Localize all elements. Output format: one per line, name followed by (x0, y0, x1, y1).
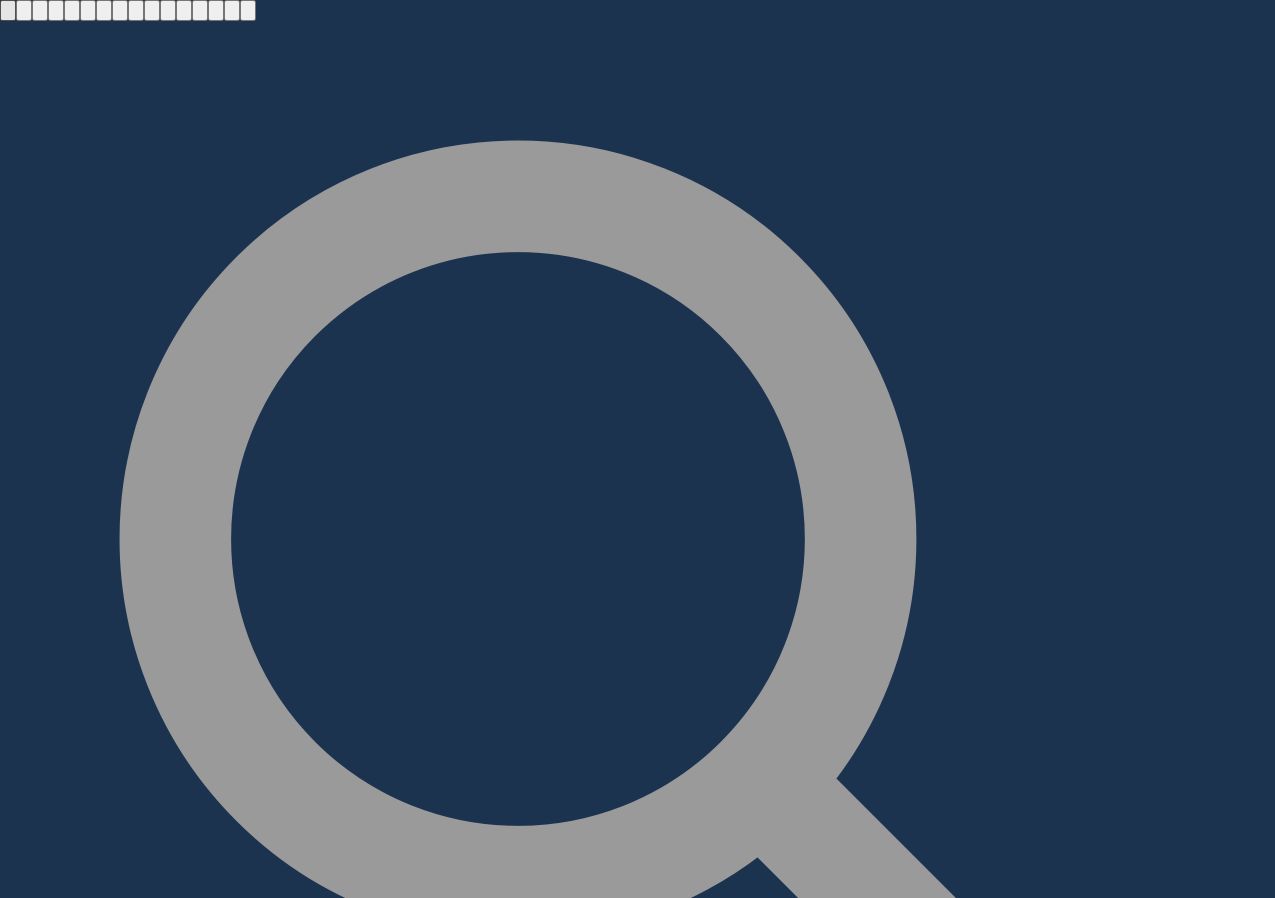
main-toolbar (0, 0, 1275, 898)
show-all-button[interactable] (240, 0, 256, 21)
export-image-button[interactable] (96, 0, 112, 21)
zoom-selected-button[interactable] (160, 0, 176, 21)
open-file-button[interactable] (0, 0, 16, 21)
import-network-button[interactable] (32, 0, 48, 21)
zoom-in-button[interactable] (112, 0, 128, 21)
refresh-view-button[interactable] (176, 0, 192, 21)
toolbar-icon-group (0, 0, 1275, 21)
clone-network-button[interactable] (192, 0, 208, 21)
application-window: Control Panel NetworkStyleSelectMCDS Opt… (0, 0, 1275, 898)
search-box[interactable] (0, 21, 1275, 898)
save-session-button[interactable] (16, 0, 32, 21)
import-table-button[interactable] (48, 0, 64, 21)
hide-selected-button[interactable] (224, 0, 240, 21)
first-neighbors-button[interactable] (208, 0, 224, 21)
zoom-fit-button[interactable] (144, 0, 160, 21)
export-table-button[interactable] (80, 0, 96, 21)
export-network-button[interactable] (64, 0, 80, 21)
search-icon (0, 21, 1275, 898)
zoom-out-button[interactable] (128, 0, 144, 21)
